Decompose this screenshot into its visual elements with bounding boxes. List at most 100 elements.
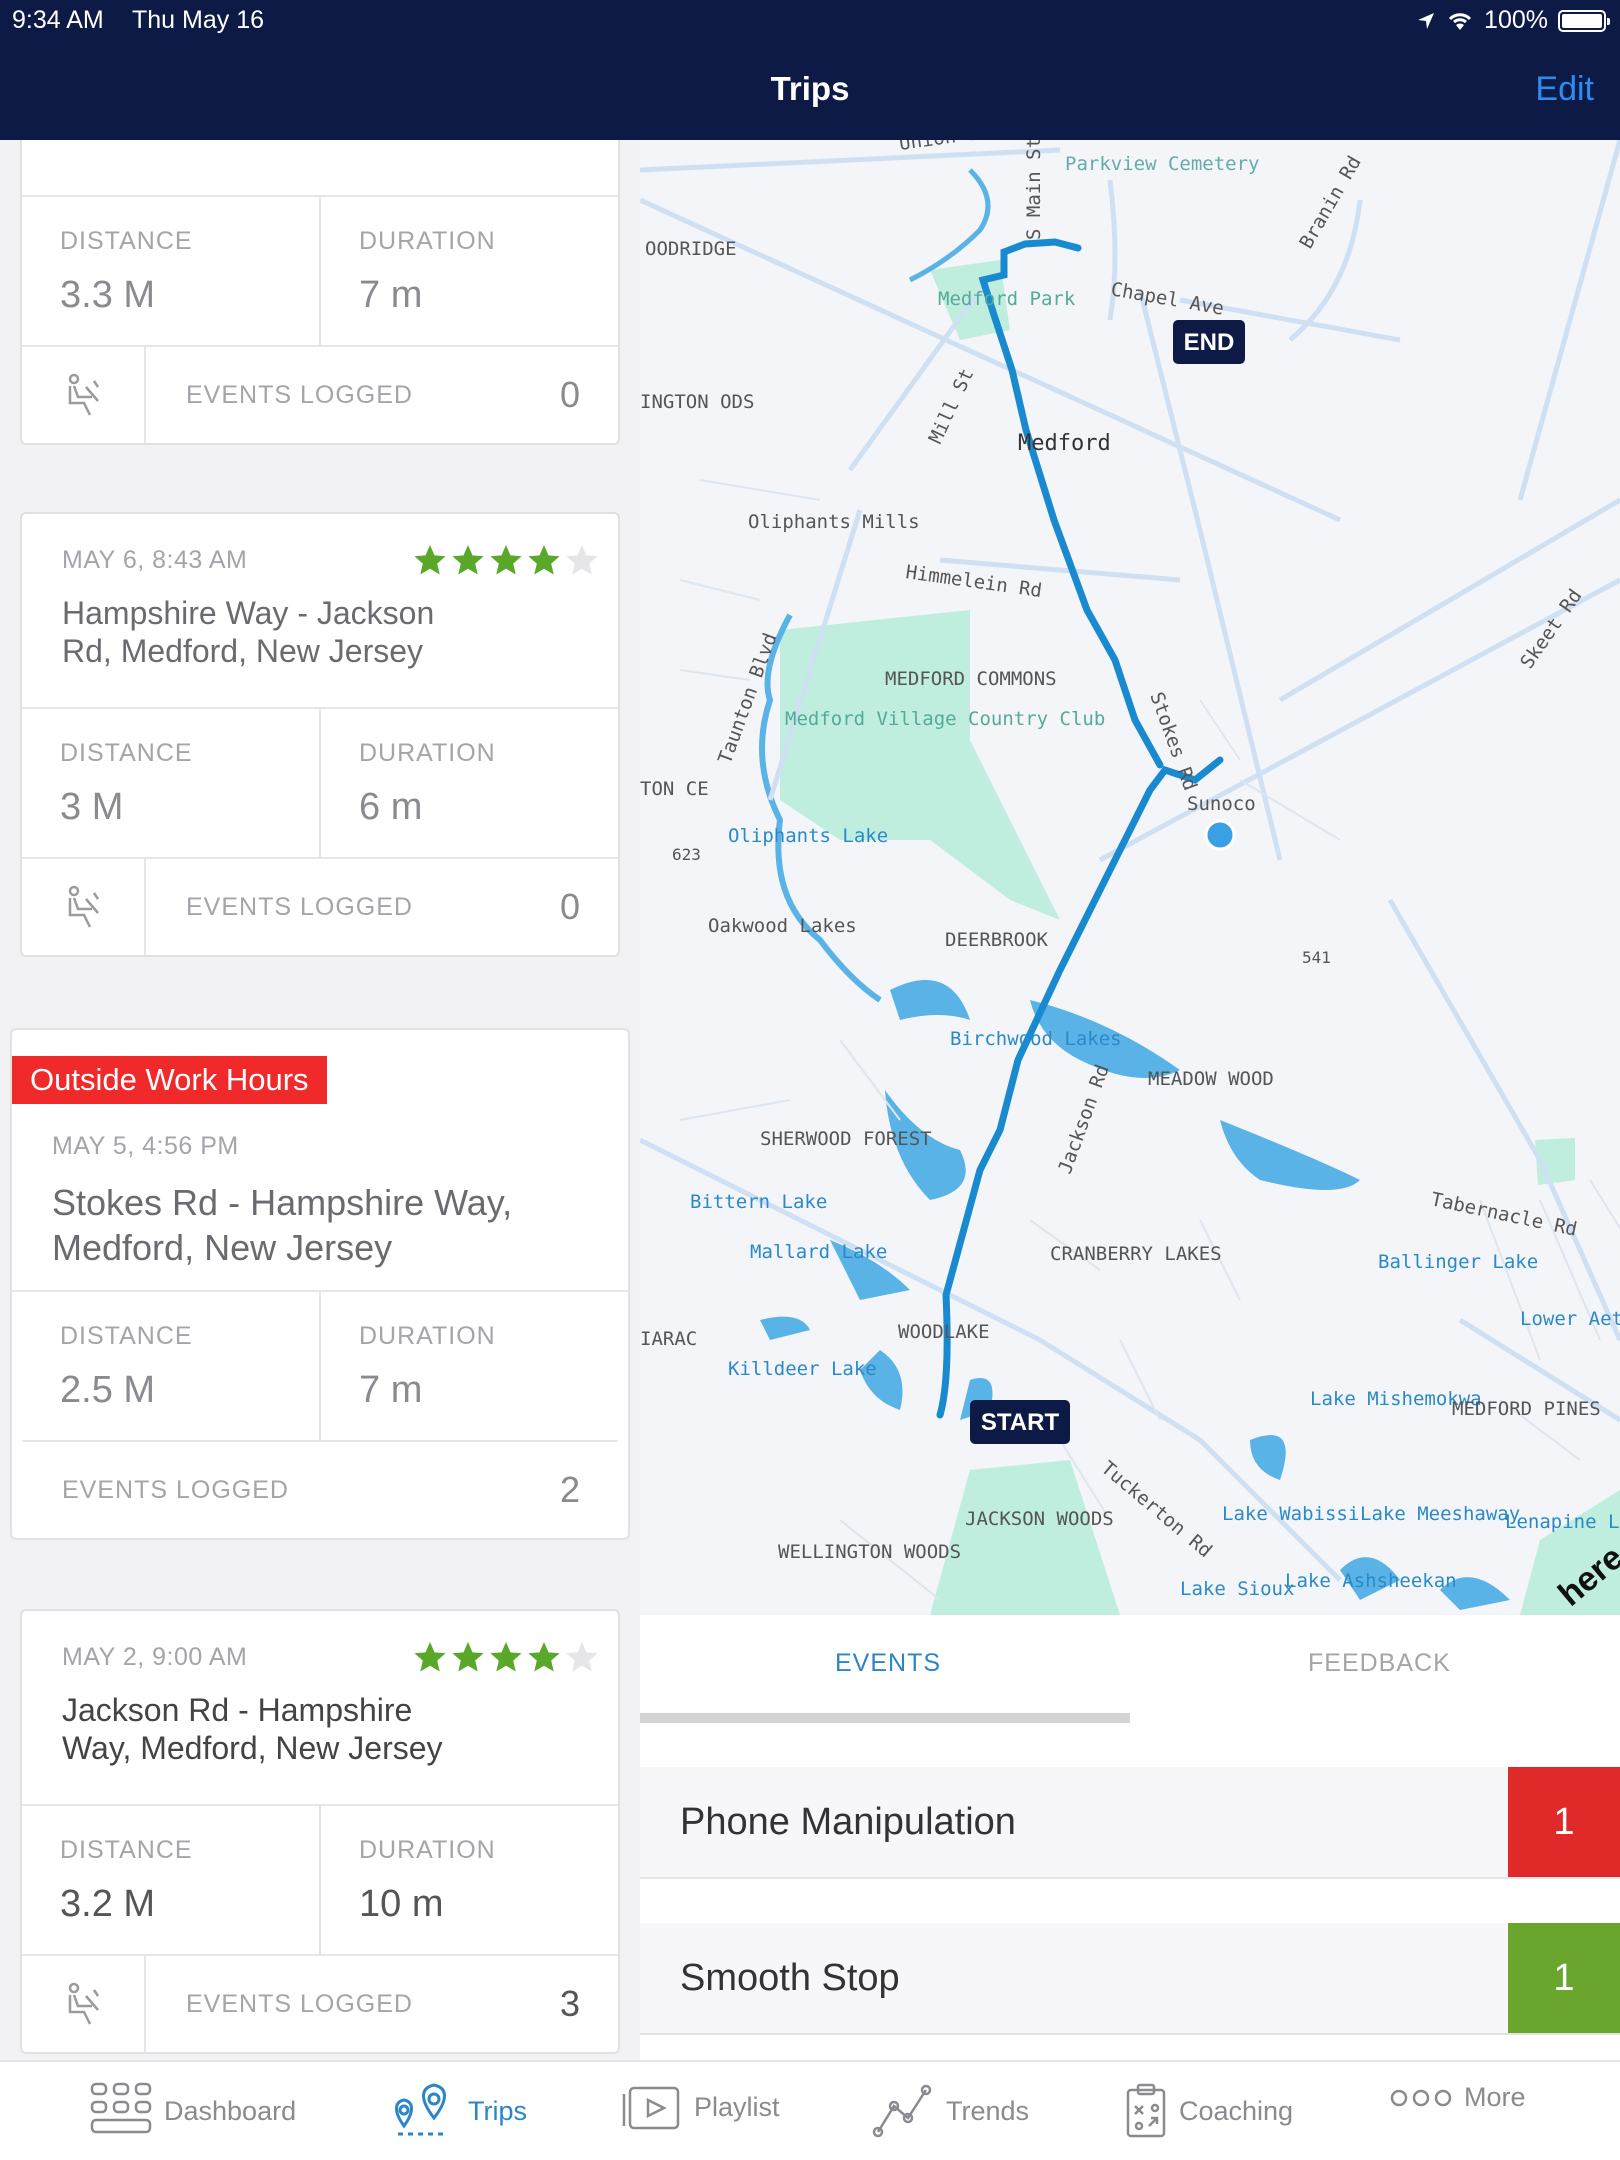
distance-value: 2.5 M xyxy=(60,1369,156,1411)
distance-label: DISTANCE xyxy=(60,739,193,767)
trip-card[interactable]: MAY 6, 8:43 AM Hampshire Way - Jackson R… xyxy=(20,512,620,957)
edit-button[interactable]: Edit xyxy=(1535,70,1594,109)
map-label: Killdeer Lake xyxy=(728,1358,877,1380)
tab-trips[interactable]: Trips xyxy=(390,2082,527,2140)
star-empty-icon xyxy=(566,1642,598,1672)
driver-seat-icon xyxy=(22,1956,146,2052)
tab-indicator xyxy=(640,1713,1130,1723)
outside-work-hours-badge: Outside Work Hours xyxy=(12,1056,327,1104)
rating-stars xyxy=(412,542,600,578)
battery-icon xyxy=(1558,9,1610,32)
star-filled-icon xyxy=(528,545,560,575)
tab-coaching[interactable]: Coaching xyxy=(1125,2082,1293,2140)
trip-address: Stokes Rd - Hampshire Way, Medford, New … xyxy=(52,1182,513,1268)
map-label: Oliphants Mills xyxy=(748,511,920,533)
event-list: Phone Manipulation 1 Smooth Stop 1 xyxy=(640,1730,1620,2060)
distance-value: 3.3 M xyxy=(60,274,156,316)
trip-time: MAY 2, 9:00 AM xyxy=(62,1643,248,1671)
map-label: Mill St xyxy=(925,365,979,447)
status-bar: 9:34 AM Thu May 16 100% xyxy=(0,0,1620,40)
trip-stats: DISTANCE 3 M DURATION 6 m xyxy=(22,709,618,859)
tab-bar: Dashboard Trips Playlist Trends Coaching… xyxy=(0,2060,1620,2160)
trip-address: Jackson Rd - Hampshire Way, Medford, New… xyxy=(62,1692,443,1766)
events-logged-label: EVENTS LOGGED xyxy=(62,1475,289,1504)
map-label: Chapel Ave xyxy=(1109,278,1225,320)
map-label: 541 xyxy=(1302,948,1331,967)
events-logged-label: EVENTS LOGGED xyxy=(186,380,413,409)
status-date: Thu May 16 xyxy=(132,6,265,34)
map-label: Oliphants Lake xyxy=(728,825,888,847)
trip-address: Hampshire Way - Jackson Rd, Medford, New… xyxy=(62,595,435,669)
trip-stats: DISTANCE 3.2 M DURATION 10 m xyxy=(22,1806,618,1956)
map-label: Sunoco xyxy=(1187,793,1256,815)
event-row[interactable]: Smooth Stop 1 xyxy=(640,1923,1620,2035)
trip-card[interactable]: DISTANCE 3.3 M DURATION 7 m EVENTS LOGGED … xyxy=(20,140,620,445)
trip-map[interactable]: Union St Parkview Cemetery OODRIDGE S Ma… xyxy=(640,140,1620,1615)
duration-value: 6 m xyxy=(359,786,423,828)
map-label: OODRIDGE xyxy=(645,238,737,260)
more-icon xyxy=(1390,2089,1452,2106)
gas-station-icon xyxy=(1204,819,1236,851)
country-club-park xyxy=(780,610,1060,920)
dashboard-icon xyxy=(90,2082,152,2134)
status-right: 100% xyxy=(1416,6,1610,35)
end-marker: END xyxy=(1184,329,1235,356)
map-label: Medford Park xyxy=(938,288,1076,310)
event-row[interactable]: Phone Manipulation 1 xyxy=(640,1767,1620,1879)
tab-dashboard[interactable]: Dashboard xyxy=(90,2082,296,2140)
map-label: Tuckerton Rd xyxy=(1097,1457,1216,1562)
tab-label: Playlist xyxy=(694,2091,780,2122)
event-name: Phone Manipulation xyxy=(680,1801,1016,1843)
tab-more[interactable]: More xyxy=(1390,2082,1526,2113)
distance-label: DISTANCE xyxy=(60,1322,193,1350)
tab-playlist[interactable]: Playlist xyxy=(620,2082,780,2132)
map-label: INGTON ODS xyxy=(640,391,754,413)
map-label: Mallard Lake xyxy=(750,1241,887,1263)
events-logged-label: EVENTS LOGGED xyxy=(186,1989,413,2018)
map-label: Oakwood Lakes xyxy=(708,915,857,937)
trip-stats: DISTANCE 2.5 M DURATION 7 m xyxy=(22,1292,618,1442)
map-label: IARAC xyxy=(640,1328,697,1350)
map-label: WOODLAKE xyxy=(898,1321,990,1343)
duration-value: 10 m xyxy=(359,1883,444,1925)
location-icon xyxy=(1418,12,1435,29)
map-label: Lower Aetna Lake xyxy=(1520,1308,1620,1330)
map-label: MEDFORD PINES xyxy=(1452,1398,1601,1420)
event-count: 1 xyxy=(1508,1923,1620,2033)
trip-card[interactable]: MAY 2, 9:00 AM Jackson Rd - Hampshire Wa… xyxy=(20,1609,620,2054)
map-canvas: Union St Parkview Cemetery OODRIDGE S Ma… xyxy=(640,140,1620,1615)
map-label: Birchwood Lakes xyxy=(950,1028,1122,1050)
duration-label: DURATION xyxy=(359,739,496,767)
star-filled-icon xyxy=(490,1642,522,1672)
trip-list[interactable]: DISTANCE 3.3 M DURATION 7 m EVENTS LOGGED … xyxy=(0,140,640,2060)
tab-feedback[interactable]: FEEDBACK xyxy=(1308,1649,1451,1678)
map-label: Bittern Lake xyxy=(690,1191,827,1213)
tab-trends[interactable]: Trends xyxy=(872,2082,1029,2140)
trips-icon xyxy=(395,2083,446,2136)
tab-label: Coaching xyxy=(1179,2095,1294,2126)
star-filled-icon xyxy=(414,545,446,575)
events-logged-count: 0 xyxy=(559,374,580,415)
trip-card-selected[interactable]: Outside Work Hours MAY 5, 4:56 PM Stokes… xyxy=(10,1028,630,1540)
events-logged-row[interactable]: EVENTS LOGGED 2 xyxy=(22,1442,618,1538)
driver-seat-icon xyxy=(22,859,146,955)
events-logged-row: EVENTS LOGGED 0 xyxy=(22,859,618,955)
tab-label: Dashboard xyxy=(164,2095,297,2126)
map-label: WELLINGTON WOODS xyxy=(778,1541,961,1563)
tab-events[interactable]: EVENTS xyxy=(835,1649,941,1678)
map-label: Medford xyxy=(1018,431,1111,456)
star-filled-icon xyxy=(452,545,484,575)
duration-label: DURATION xyxy=(359,227,496,255)
map-label: Lenapine Lake xyxy=(1505,1511,1620,1533)
map-label: Jackson Rd xyxy=(1054,1062,1114,1177)
status-time: 9:34 AM xyxy=(12,6,104,34)
star-filled-icon xyxy=(452,1642,484,1672)
jackson-woods-park xyxy=(930,1460,1120,1615)
map-label: S Main St xyxy=(1023,140,1045,240)
distance-label: DISTANCE xyxy=(60,1836,193,1864)
map-label: Parkview Cemetery xyxy=(1065,153,1259,175)
events-logged-count: 3 xyxy=(559,1983,580,2024)
star-filled-icon xyxy=(490,545,522,575)
playlist-icon xyxy=(622,2086,680,2130)
trip-time: MAY 5, 4:56 PM xyxy=(52,1132,239,1160)
